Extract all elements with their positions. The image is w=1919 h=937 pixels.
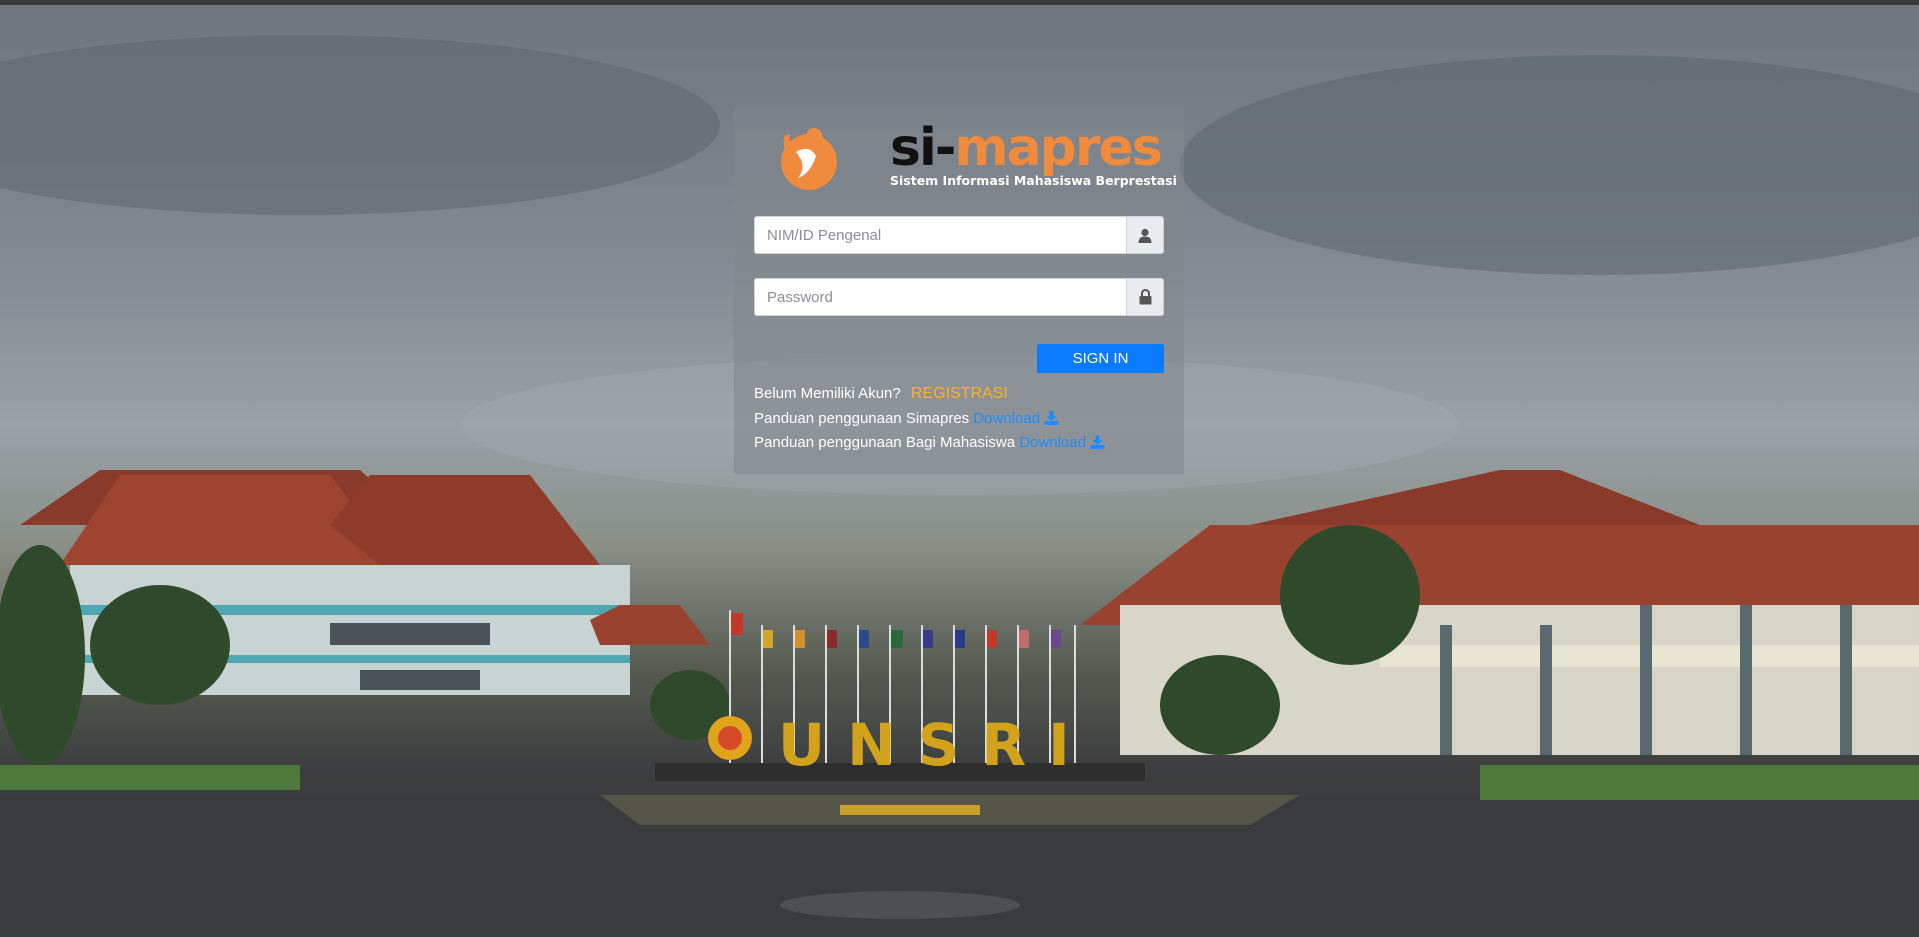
guide-mahasiswa-text: Panduan penggunaan Bagi Mahasiswa [754, 434, 1016, 451]
no-account-text: Belum Memiliki Akun? [754, 385, 901, 402]
simapres-logo-wordmark: si-mapres [890, 118, 1163, 178]
login-card: si-mapres Sistem Informasi Mahasiswa Ber… [734, 106, 1184, 474]
simapres-logo-mark-icon [781, 128, 837, 190]
username-input[interactable] [754, 216, 1126, 254]
guide-simapres-text: Panduan penggunaan Simapres [754, 410, 970, 427]
password-input[interactable] [754, 278, 1126, 316]
guide-mahasiswa-line: Panduan penggunaan Bagi Mahasiswa Downlo… [754, 434, 1105, 451]
simapres-logo: si-mapres Sistem Informasi Mahasiswa Ber… [774, 116, 1177, 198]
logo-word-si: si- [890, 118, 956, 178]
password-group [754, 278, 1164, 316]
user-icon [1126, 216, 1164, 254]
download-simapres-guide-link[interactable]: Download [973, 410, 1059, 427]
guide-simapres-line: Panduan penggunaan Simapres Download [754, 410, 1059, 427]
download-icon [1090, 435, 1105, 449]
download-icon [1044, 411, 1059, 425]
download-mahasiswa-guide-link[interactable]: Download [1019, 434, 1105, 451]
unsri-sign-text: UNSRI [778, 711, 1092, 779]
lock-icon [1126, 278, 1164, 316]
download-simapres-label: Download [973, 410, 1041, 427]
logo-subtitle: Sistem Informasi Mahasiswa Berprestasi [890, 173, 1177, 188]
register-line: Belum Memiliki Akun? REGISTRASI [754, 385, 1008, 403]
username-group [754, 216, 1164, 254]
signin-button[interactable]: SIGN IN [1037, 344, 1164, 373]
download-mahasiswa-label: Download [1019, 434, 1086, 451]
logo-word-mapres: mapres [954, 118, 1162, 178]
register-link[interactable]: REGISTRASI [911, 385, 1008, 402]
